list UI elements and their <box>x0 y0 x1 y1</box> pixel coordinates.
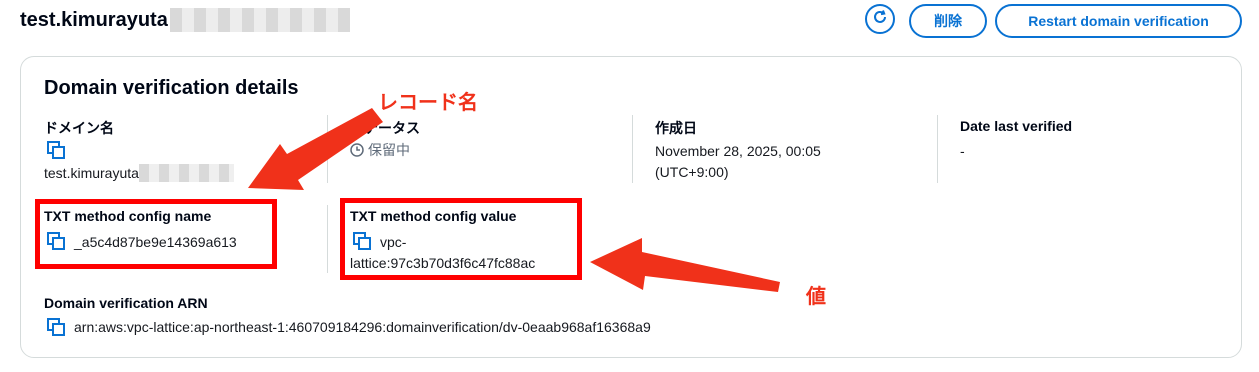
annotation-arrows <box>248 108 780 292</box>
annotation-value: 値 <box>806 284 826 308</box>
arrow-to-name <box>248 108 383 190</box>
annotation-record-name: レコード名 <box>378 90 478 114</box>
arrow-to-value <box>590 238 780 292</box>
